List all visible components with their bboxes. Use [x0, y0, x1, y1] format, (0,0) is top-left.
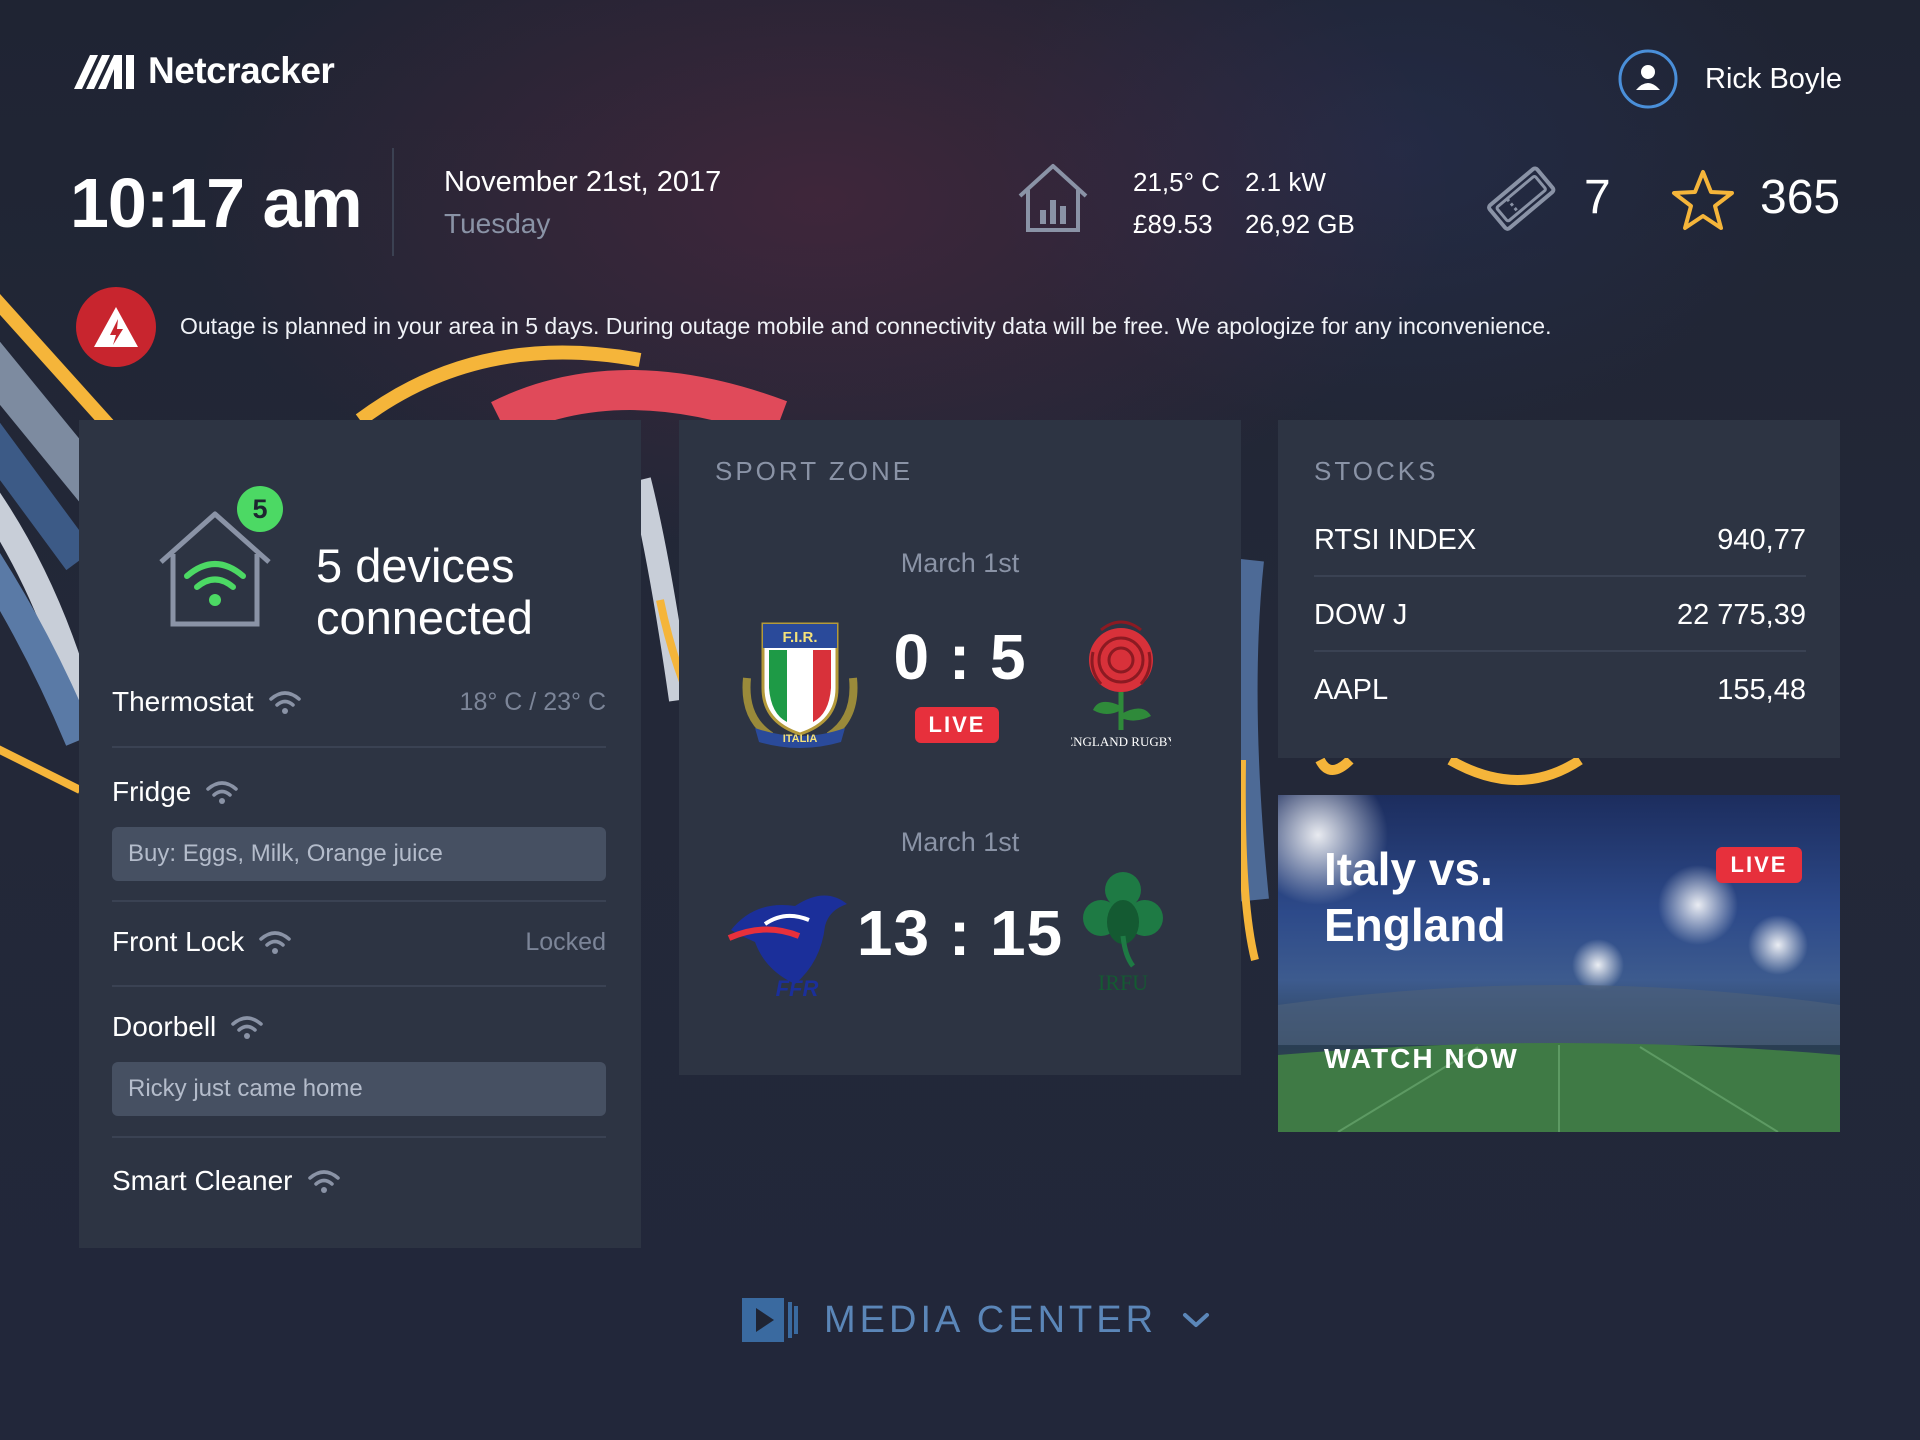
smart-home-card: 5 5 devices connected Thermostat 18° C /…	[79, 420, 641, 1248]
device-doorbell[interactable]: Doorbell Ricky just came home	[112, 1002, 606, 1116]
promo-title-line1: Italy vs.	[1324, 843, 1493, 895]
device-fridge[interactable]: Fridge Buy: Eggs, Milk, Orange juice	[112, 767, 606, 881]
wifi-icon	[231, 1016, 264, 1039]
brand-name: Netcracker	[148, 50, 335, 91]
crest-label: FFR	[776, 976, 819, 1000]
match-date: March 1st	[900, 548, 1020, 578]
device-thermostat[interactable]: Thermostat 18° C / 23° C	[112, 677, 606, 727]
stock-row[interactable]: RTSI INDEX 940,77	[1314, 524, 1806, 557]
divider	[112, 1136, 606, 1138]
stock-name: AAPL	[1314, 674, 1389, 706]
favorites-count: 365	[1760, 171, 1841, 224]
thermostat-temperature: 18° C / 23° C	[459, 687, 606, 716]
stock-value: 940,77	[1717, 524, 1806, 556]
devices-badge: 5	[237, 486, 283, 532]
home-stats-icon	[1018, 164, 1088, 232]
live-badge: LIVE	[1716, 847, 1802, 883]
sport-zone-card: SPORT ZONE March 1st F.I.R. ITALIA 0 : 5…	[679, 420, 1241, 1075]
crest-label: ENGLAND RUGBY	[1071, 734, 1171, 749]
ireland-rugby-shamrock-icon: IRFU	[1083, 872, 1163, 994]
star-icon	[1672, 170, 1734, 230]
devices-summary-text: 5 devices connected	[316, 540, 533, 644]
live-stream-promo[interactable]: Italy vs. England LIVE WATCH NOW	[1278, 795, 1840, 1132]
current-date: November 21st, 2017	[444, 166, 722, 198]
stat-data: 26,92 GB	[1245, 209, 1355, 239]
stocks-title: STOCKS	[1314, 456, 1439, 486]
wifi-icon	[206, 781, 239, 804]
watch-now-button[interactable]: WATCH NOW	[1324, 1043, 1519, 1075]
current-time: 10:17 am	[70, 164, 363, 242]
media-center-label: MEDIA CENTER	[824, 1298, 1158, 1341]
divider	[112, 900, 606, 902]
media-center-toggle[interactable]: MEDIA CENTER	[740, 1296, 1211, 1344]
divider	[112, 746, 606, 748]
match-date: March 1st	[900, 827, 1020, 857]
promo-title-line2: England	[1324, 899, 1506, 951]
netcracker-logo-icon	[74, 55, 134, 89]
device-smart-cleaner[interactable]: Smart Cleaner	[112, 1156, 606, 1206]
stock-value: 22 775,39	[1676, 599, 1806, 631]
chevron-down-icon	[1183, 1313, 1210, 1327]
current-weekday: Tuesday	[444, 208, 551, 239]
stat-cost: £89.53	[1133, 209, 1213, 239]
crest-label: IRFU	[1098, 970, 1148, 994]
tickets-count: 7	[1584, 171, 1611, 224]
user-avatar-icon	[1618, 49, 1678, 109]
home-stats-button[interactable]	[1016, 162, 1090, 239]
live-badge: LIVE	[915, 707, 999, 743]
alert-message: Outage is planned in your area in 5 days…	[180, 313, 1552, 339]
divider	[1314, 650, 1806, 652]
stock-name: DOW J	[1314, 599, 1408, 631]
device-front-lock[interactable]: Front Lock Locked	[112, 917, 606, 967]
video-play-icon	[742, 1298, 798, 1342]
stock-row[interactable]: DOW J 22 775,39	[1314, 599, 1806, 632]
device-name: Fridge	[112, 776, 192, 807]
sport-zone-title: SPORT ZONE	[715, 456, 914, 486]
devices-summary[interactable]: 5 5 devices connected	[79, 486, 641, 644]
header-divider	[392, 148, 394, 256]
wifi-icon	[307, 1170, 340, 1193]
wifi-icon	[268, 691, 301, 714]
divider	[1314, 575, 1806, 577]
user-profile[interactable]: Rick Boyle	[1617, 48, 1842, 110]
crest-ribbon-label: ITALIA	[783, 733, 818, 745]
device-name: Smart Cleaner	[112, 1165, 293, 1196]
devices-summary-line2: connected	[316, 591, 533, 644]
stat-power: 2.1 kW	[1245, 167, 1326, 197]
device-name: Front Lock	[112, 926, 245, 957]
stock-row[interactable]: AAPL 155,48	[1314, 674, 1806, 707]
user-name: Rick Boyle	[1705, 62, 1842, 95]
ticket-icon	[1487, 166, 1556, 231]
tickets-button[interactable]	[1484, 165, 1560, 236]
lock-status: Locked	[525, 927, 606, 956]
brand-logo[interactable]: Netcracker	[72, 50, 335, 92]
device-name: Thermostat	[112, 686, 254, 717]
stat-temperature: 21,5° C	[1133, 167, 1221, 197]
wifi-icon	[259, 931, 292, 954]
warning-lightning-icon	[94, 307, 138, 347]
england-rugby-rose-icon: ENGLAND RUGBY	[1071, 620, 1171, 749]
divider	[112, 985, 606, 987]
promo-title: Italy vs. England	[1324, 841, 1505, 953]
stocks-card: STOCKS RTSI INDEX 940,77 DOW J 22 775,39…	[1278, 420, 1840, 758]
devices-summary-line1: 5 devices	[316, 539, 515, 592]
stock-name: RTSI INDEX	[1314, 524, 1477, 556]
device-name: Doorbell	[112, 1011, 217, 1042]
fridge-note[interactable]: Buy: Eggs, Milk, Orange juice	[112, 827, 606, 881]
alert-badge	[76, 287, 156, 367]
stock-value: 155,48	[1717, 674, 1806, 706]
favorites-button[interactable]	[1670, 168, 1736, 237]
doorbell-note[interactable]: Ricky just came home	[112, 1062, 606, 1116]
